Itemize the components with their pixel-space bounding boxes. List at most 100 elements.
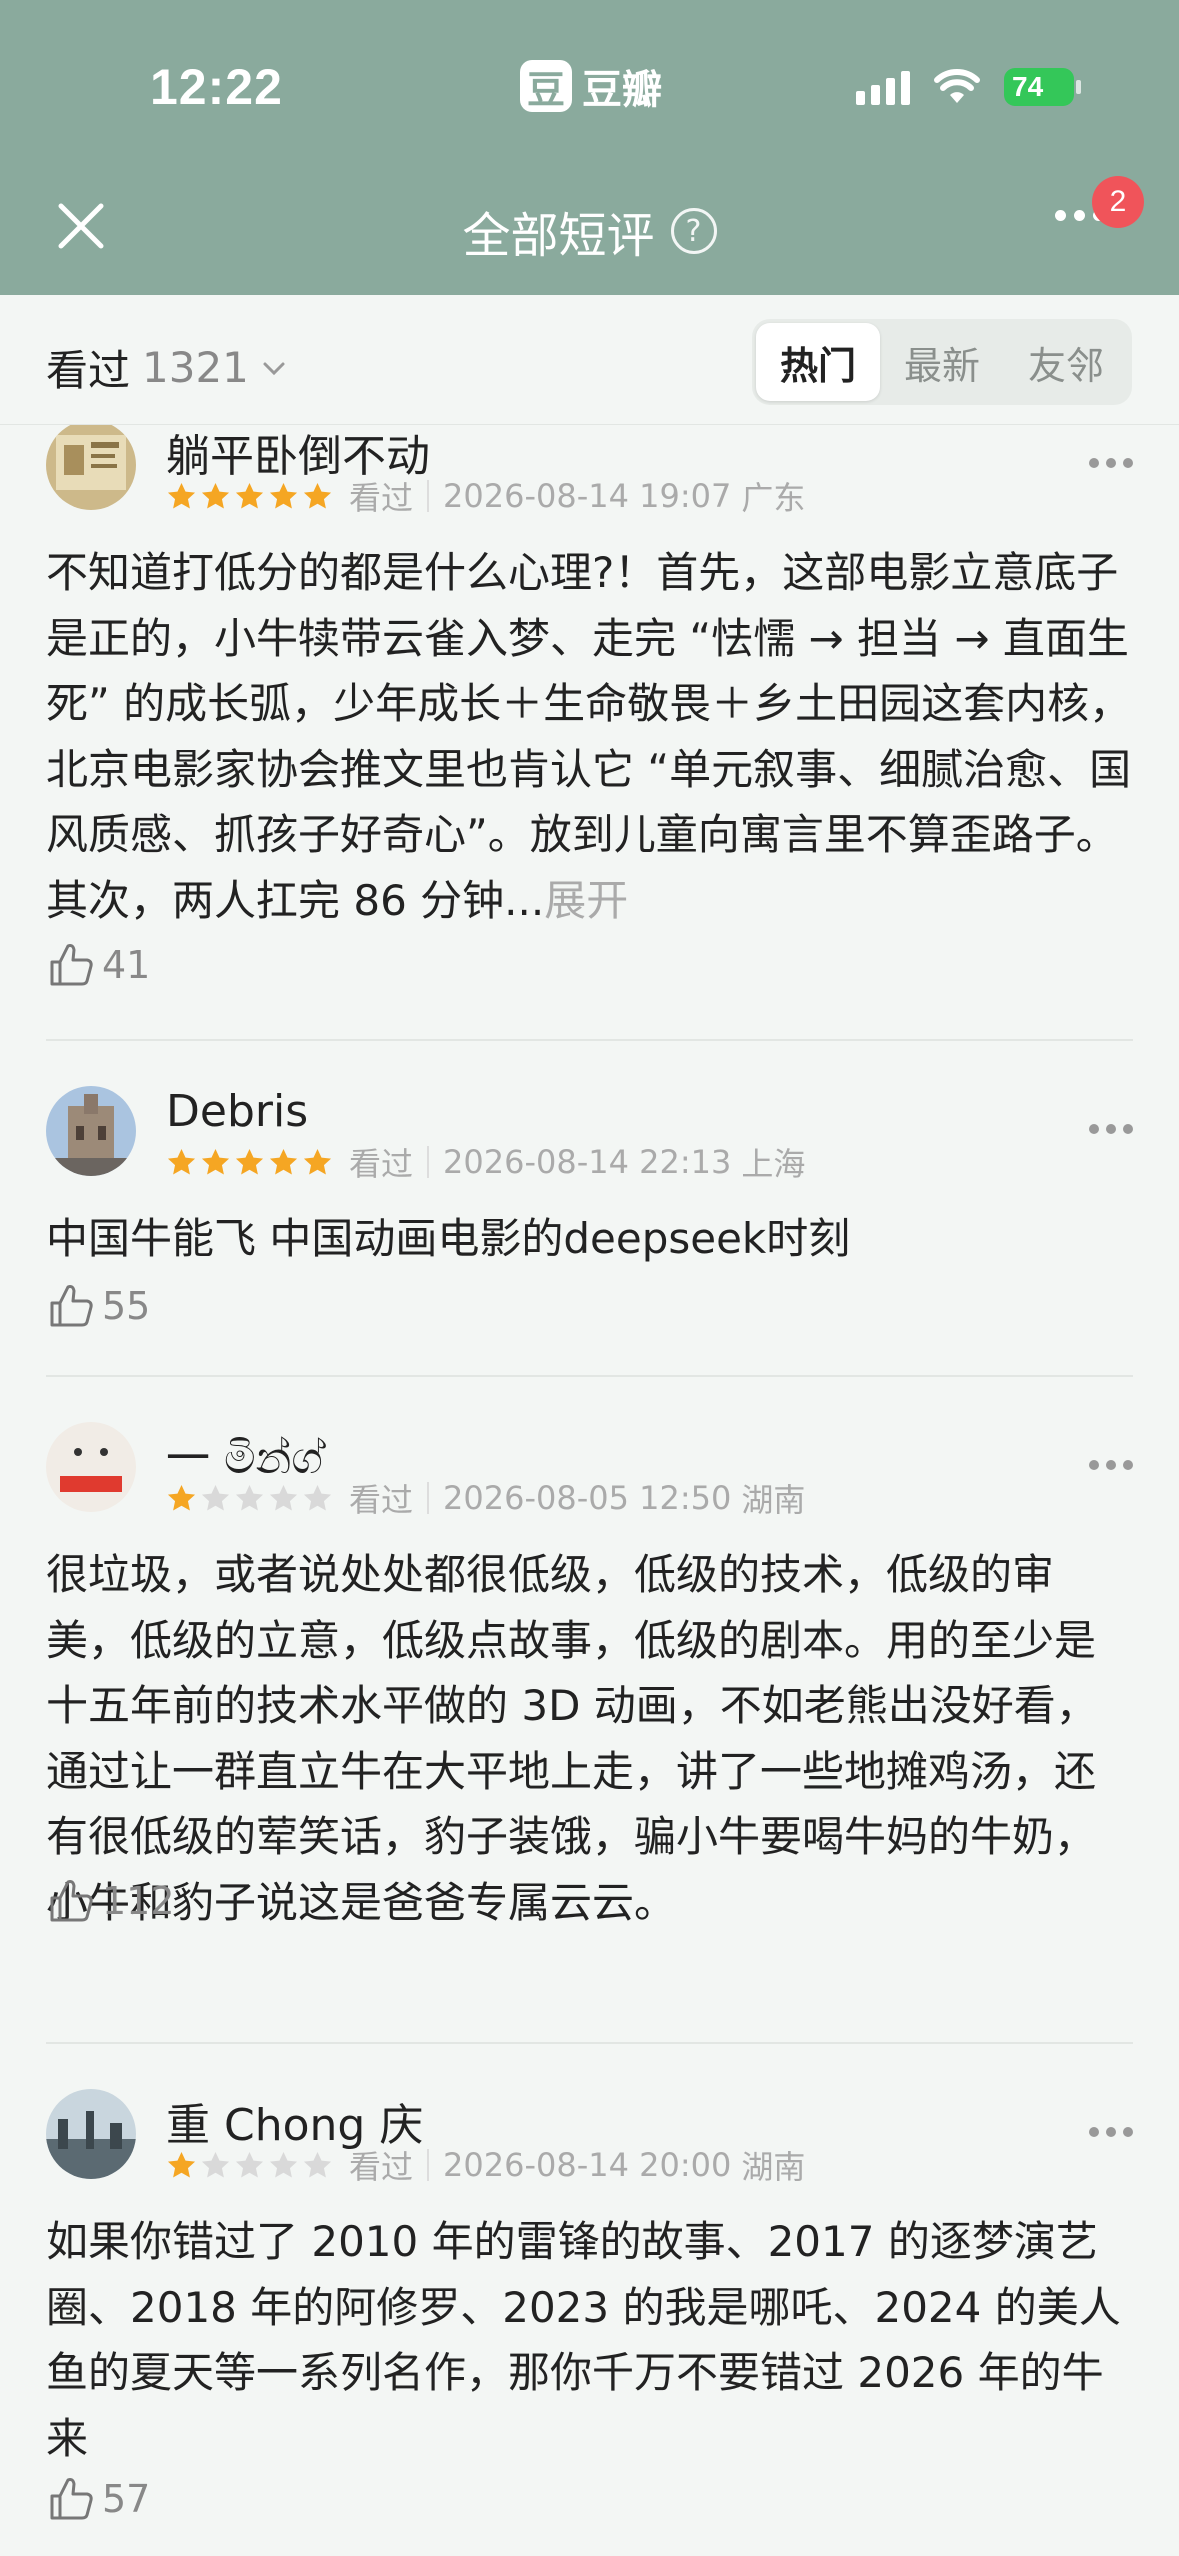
meta-divider [427,2149,430,2181]
meta-divider [427,1482,430,1514]
tab-latest[interactable]: 最新 [880,323,1004,401]
star-filled-icon [235,1148,264,1175]
thumbs-up-icon [50,1285,93,1327]
filter-count: 1321 [142,343,249,392]
watch-status: 看过 [349,2148,414,2186]
rating-stars [166,2150,333,2181]
app-name: 豆瓣 [582,67,662,113]
divider [46,1039,1133,1041]
chevron-down-icon [263,362,285,375]
header: 12:22 豆 豆瓣 74 全部短评 ? 2 [0,0,1179,295]
review-meta: 看过 2026-08-05 12:50 湖南 [166,1478,806,1519]
expand-link[interactable]: 展开 [544,876,628,925]
review-location: 湖南 [741,1481,806,1519]
review-text[interactable]: 中国牛能飞 中国动画电影的deepseek时刻 [46,1206,1133,1272]
battery-level: 74 [1012,71,1044,102]
nav-title-group: 全部短评 ? [0,196,1179,266]
review-list: 躺平卧倒不动 看过 2026-08-14 19:07 广东 不知道打低分的都是什… [0,425,1179,2556]
tab-hot[interactable]: 热门 [756,323,880,401]
avatar[interactable] [46,1086,136,1176]
star-empty-icon [235,2151,264,2178]
star-empty-icon [235,1484,264,1511]
review-more-icon[interactable] [1089,458,1133,468]
review-meta: 看过 2026-08-14 19:07 广东 [166,476,806,517]
like-button[interactable]: 112 [46,1876,175,1926]
review-date: 2026-08-14 22:13 [443,1143,732,1181]
review-location: 广东 [741,479,806,517]
star-filled-icon [303,482,332,509]
review-body: 不知道打低分的都是什么心理?！首先，这部电影立意底子是正的，小牛犊带云雀入梦、走… [46,548,1132,925]
like-count: 55 [102,1284,151,1328]
review-location: 上海 [741,1145,806,1183]
watch-status: 看过 [349,479,414,517]
tab-friends[interactable]: 友邻 [1004,323,1128,401]
star-filled-icon [303,1148,332,1175]
review-text[interactable]: 如果你错过了 2010 年的雷锋的故事、2017 的逐梦演艺圈、2018 年的阿… [46,2209,1133,2471]
like-count: 41 [102,943,151,987]
star-empty-icon [269,2151,298,2178]
reviewer-name[interactable]: Debris [166,1086,308,1137]
star-empty-icon [303,2151,332,2178]
star-empty-icon [201,2151,230,2178]
review-body: 中国牛能飞 中国动画电影的deepseek时刻 [46,1214,851,1263]
review-location: 湖南 [741,2148,806,2186]
avatar[interactable] [46,2089,136,2179]
status-app: 豆 豆瓣 [520,58,662,114]
page-title: 全部短评 [462,208,655,264]
meta-divider [427,1146,430,1178]
review-text[interactable]: 很垃圾，或者说处处都很低级，低级的技术，低级的审美，低级的立意，低级点故事，低级… [46,1542,1133,1935]
star-filled-icon [269,1148,298,1175]
avatar[interactable] [46,1422,136,1512]
signal-icon [856,69,910,105]
star-filled-icon [167,1148,196,1175]
rating-stars [166,1483,333,1514]
rating-stars [166,481,333,512]
divider [46,2042,1133,2044]
star-filled-icon [201,482,230,509]
status-filter-dropdown[interactable]: 看过 1321 [46,337,287,398]
review-more-icon[interactable] [1089,2127,1133,2137]
watch-status: 看过 [349,1145,414,1183]
star-filled-icon [167,1484,196,1511]
watch-status: 看过 [349,1481,414,1519]
review-text[interactable]: 不知道打低分的都是什么心理?！首先，这部电影立意底子是正的，小牛犊带云雀入梦、走… [46,540,1133,933]
like-count: 57 [102,2477,151,2521]
review-body: 如果你错过了 2010 年的雷锋的故事、2017 的逐梦演艺圈、2018 年的阿… [46,2217,1121,2463]
meta-divider [427,480,430,512]
review-date: 2026-08-14 19:07 [443,477,732,515]
notification-badge: 2 [1092,176,1144,228]
wifi-icon [934,69,980,103]
like-count: 112 [102,1879,175,1923]
like-button[interactable]: 41 [46,940,150,990]
like-button[interactable]: 55 [46,1281,150,1331]
status-time: 12:22 [150,59,283,115]
sort-segmented-control: 热门 最新 友邻 [752,319,1132,405]
battery-icon: 74 [1004,68,1081,106]
avatar[interactable] [46,425,136,510]
thumbs-up-icon [50,944,93,986]
star-empty-icon [201,1484,230,1511]
reviewer-name[interactable]: 一 මින්ග් [166,1422,323,1486]
star-filled-icon [167,482,196,509]
help-icon[interactable]: ? [670,208,717,254]
review-more-icon[interactable] [1089,1460,1133,1470]
thumbs-up-icon [50,1880,93,1922]
star-empty-icon [303,1484,332,1511]
rating-stars [166,1147,333,1178]
review-more-icon[interactable] [1089,1124,1133,1134]
review-body: 很垃圾，或者说处处都很低级，低级的技术，低级的审美，低级的立意，低级点故事，低级… [46,1550,1098,1927]
star-filled-icon [269,482,298,509]
review-meta: 看过 2026-08-14 22:13 上海 [166,1142,806,1183]
filter-label: 看过 [46,346,131,395]
status-indicators: 74 [856,62,1081,112]
star-filled-icon [201,1148,230,1175]
divider [46,1375,1133,1377]
review-date: 2026-08-05 12:50 [443,1479,732,1517]
star-filled-icon [167,2151,196,2178]
like-button[interactable]: 57 [46,2474,150,2524]
filter-bar: 看过 1321 热门 最新 友邻 [0,295,1179,425]
review-meta: 看过 2026-08-14 20:00 湖南 [166,2145,806,2186]
star-empty-icon [269,1484,298,1511]
thumbs-up-icon [50,2478,93,2520]
review-date: 2026-08-14 20:00 [443,2146,732,2184]
